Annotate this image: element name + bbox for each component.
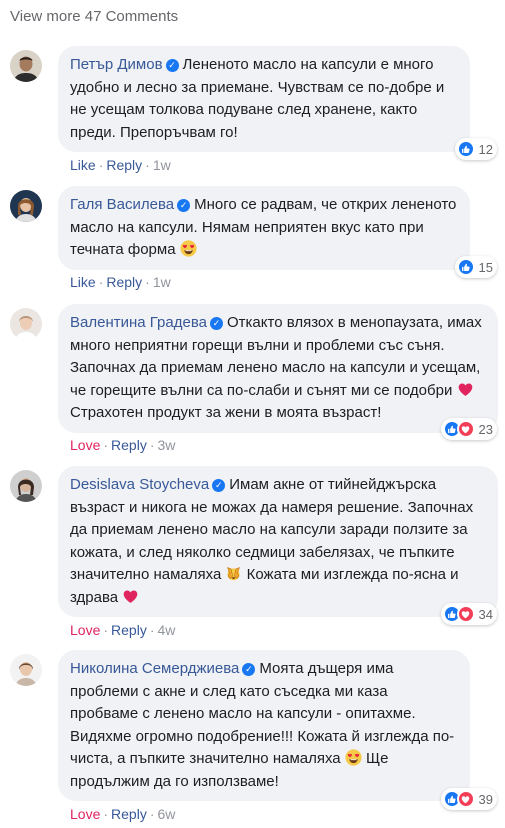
reaction-summary[interactable]: 34: [440, 603, 497, 625]
reply-button[interactable]: Reply: [111, 622, 147, 638]
comment-actions: Love · Reply · 3w: [70, 437, 175, 453]
comment-actions: Like · Reply · 1w: [70, 157, 171, 173]
like-icon: [456, 258, 475, 276]
comment-time[interactable]: 4w: [158, 622, 176, 638]
comment-author[interactable]: Петър Димов: [70, 56, 163, 73]
red-heart-emoji-icon: [122, 588, 139, 605]
reaction-count: 23: [478, 421, 493, 437]
heart-eyes-emoji-icon: [180, 240, 197, 257]
separator-dot: ·: [98, 157, 104, 173]
reaction-summary[interactable]: 12: [454, 138, 497, 160]
reply-button[interactable]: Reply: [111, 437, 147, 453]
separator-dot: ·: [103, 622, 109, 638]
reaction-count: 34: [478, 606, 493, 622]
comment-bubble: Петър Димов ✓ Лененото масло на капсули е …: [58, 46, 470, 152]
reaction-summary[interactable]: 39: [440, 788, 497, 810]
comment-text-continued: Страхотен продукт за жени в моята възрас…: [70, 404, 382, 421]
reply-button[interactable]: Reply: [106, 157, 142, 173]
love-icon: [456, 420, 475, 438]
comment-actions: Love · Reply · 4w: [70, 622, 175, 638]
comment-actions: Like · Reply · 1w: [70, 274, 171, 290]
comment-bubble: Desislava Stoycheva ✓ Имам акне от тийнейд…: [58, 466, 498, 617]
reaction-summary[interactable]: 23: [440, 418, 497, 440]
comment-time[interactable]: 1w: [153, 157, 171, 173]
separator-dot: ·: [145, 157, 150, 173]
comment-time[interactable]: 3w: [158, 437, 176, 453]
verified-badge-icon: ✓: [242, 663, 256, 676]
avatar[interactable]: [10, 470, 42, 502]
love-icon: [456, 790, 475, 808]
like-icon: [456, 140, 475, 158]
like-button[interactable]: Like: [70, 157, 96, 173]
avatar[interactable]: [10, 654, 42, 686]
comment-bubble: Валентина Градева ✓ Откакто влязох в меноп…: [58, 304, 498, 433]
like-button[interactable]: Like: [70, 274, 96, 290]
comment-actions: Love · Reply · 6w: [70, 806, 175, 822]
avatar[interactable]: [10, 50, 42, 82]
heart-eyes-emoji-icon: [345, 749, 362, 766]
reaction-count: 15: [478, 259, 493, 275]
comment-author[interactable]: Галя Василева: [70, 196, 174, 213]
comment-author[interactable]: Валентина Градева: [70, 314, 207, 331]
separator-dot: ·: [145, 274, 150, 290]
verified-badge-icon: ✓: [209, 317, 223, 330]
love-icon: [456, 605, 475, 623]
verified-badge-icon: ✓: [212, 479, 226, 492]
comment-author[interactable]: Николина Семерджиева: [70, 660, 239, 677]
separator-dot: ·: [103, 437, 109, 453]
view-more-comments-link[interactable]: View more 47 Comments: [10, 8, 178, 25]
separator-dot: ·: [149, 622, 155, 638]
comment-bubble: Галя Василева ✓ Много се радвам, че открих…: [58, 186, 470, 270]
love-button[interactable]: Love: [70, 437, 100, 453]
raising-hands-emoji-icon: [225, 565, 242, 582]
separator-dot: ·: [149, 806, 155, 822]
separator-dot: ·: [98, 274, 104, 290]
love-button[interactable]: Love: [70, 622, 100, 638]
avatar[interactable]: [10, 308, 42, 340]
comment-bubble: Николина Семерджиева ✓ Моята дъщеря има пр…: [58, 650, 470, 801]
verified-badge-icon: ✓: [165, 59, 179, 72]
love-button[interactable]: Love: [70, 806, 100, 822]
reaction-count: 39: [478, 791, 493, 807]
reply-button[interactable]: Reply: [111, 806, 147, 822]
comment-time[interactable]: 1w: [153, 274, 171, 290]
separator-dot: ·: [149, 437, 155, 453]
avatar[interactable]: [10, 190, 42, 222]
comment-author[interactable]: Desislava Stoycheva: [70, 476, 209, 493]
reaction-summary[interactable]: 15: [454, 256, 497, 278]
reaction-count: 12: [478, 141, 493, 157]
separator-dot: ·: [103, 806, 109, 822]
red-heart-emoji-icon: [457, 381, 474, 398]
comment-time[interactable]: 6w: [158, 806, 176, 822]
verified-badge-icon: ✓: [177, 199, 191, 212]
reply-button[interactable]: Reply: [106, 274, 142, 290]
